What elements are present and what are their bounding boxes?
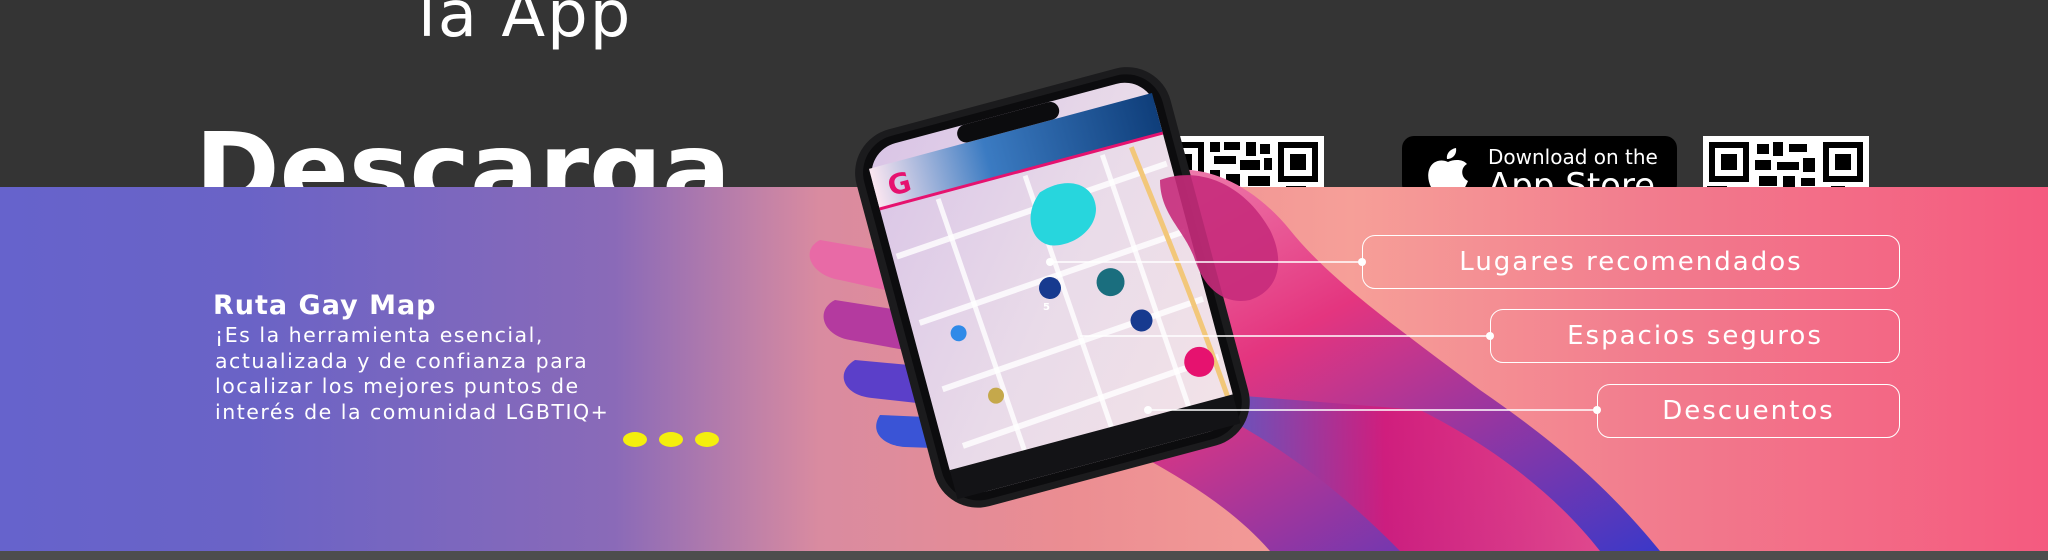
dot-icon <box>623 432 647 447</box>
header-section: la App Descarga Download on the App Stor… <box>0 0 2048 187</box>
brand-title: Ruta Gay Map <box>213 290 437 321</box>
dot-icon <box>659 432 683 447</box>
feature-discounts[interactable]: Descuentos <box>1597 384 1900 438</box>
qr-code-icon <box>1703 136 1869 187</box>
download-heading: Descarga <box>195 111 731 188</box>
app-store-badge[interactable]: Download on the App Store <box>1402 136 1677 187</box>
description-line: interés de la comunidad LGBTIQ+ <box>215 399 610 424</box>
app-title: la App <box>418 0 633 52</box>
bottom-divider <box>0 551 2048 560</box>
feature-recommended-places[interactable]: Lugares recomendados <box>1362 235 1900 289</box>
apple-icon <box>1428 148 1468 187</box>
brand-description: ¡Es la herramienta esencial, actualizada… <box>215 323 735 425</box>
qr-code-ios[interactable] <box>1703 136 1869 187</box>
dot-icon <box>695 432 719 447</box>
qr-code-icon <box>1158 136 1324 187</box>
qr-code-android[interactable] <box>1158 136 1324 187</box>
feature-safe-spaces[interactable]: Espacios seguros <box>1490 309 1900 363</box>
description-line: ¡Es la herramienta esencial, <box>215 323 544 347</box>
app-store-line2: App Store <box>1488 166 1656 187</box>
description-line: actualizada y de confianza para <box>215 348 589 373</box>
description-line: localizar los mejores puntos de <box>215 374 580 398</box>
promo-page: la App Descarga Download on the App Stor… <box>0 0 2048 560</box>
